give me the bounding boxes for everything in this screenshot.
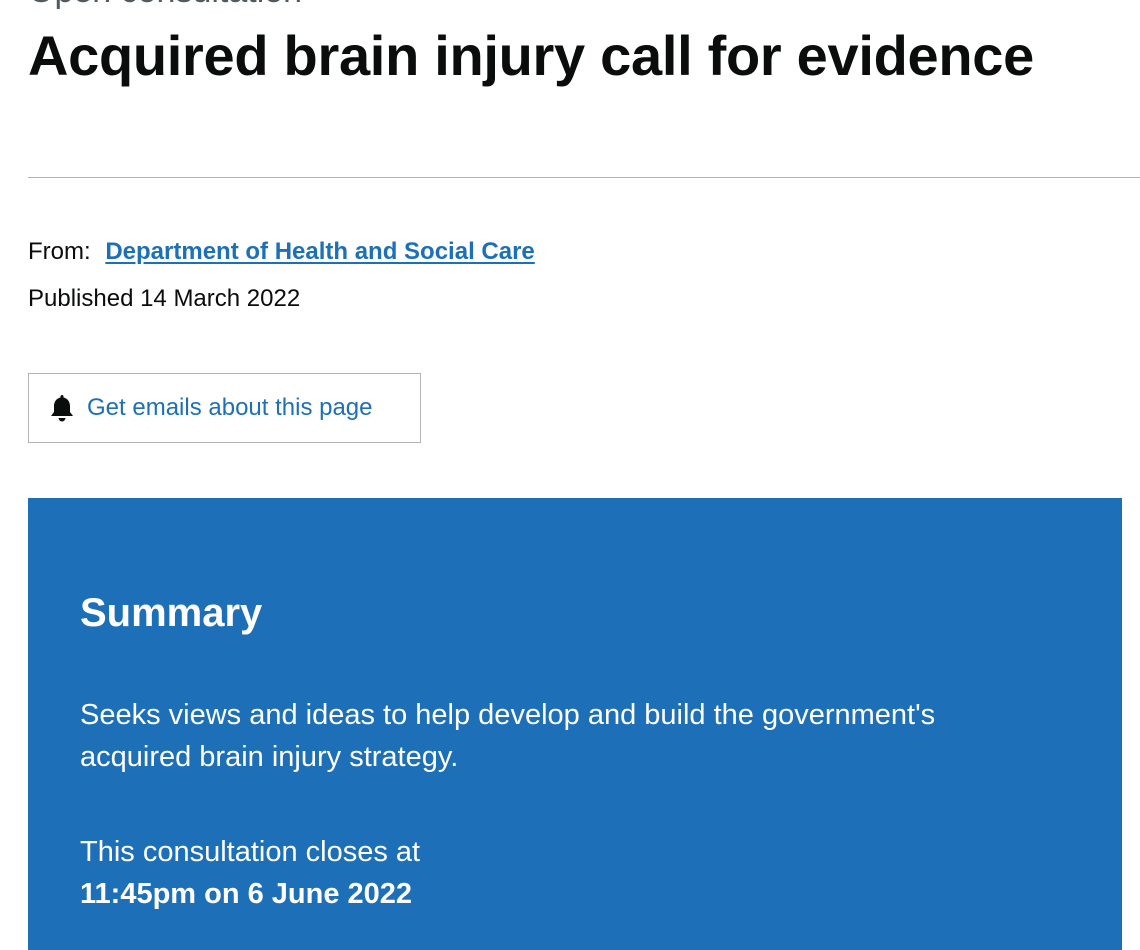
summary-panel: Summary Seeks views and ideas to help de…	[28, 498, 1122, 950]
closing-text: This consultation closes at	[80, 836, 421, 868]
get-emails-link[interactable]: Get emails about this page	[87, 393, 373, 423]
metadata-from: From: Department of Health and Social Ca…	[28, 237, 535, 267]
summary-heading: Summary	[80, 591, 263, 635]
bell-icon	[49, 393, 75, 423]
page-title: Acquired brain injury call for evidence	[28, 24, 1034, 87]
summary-description: Seeks views and ideas to help develop an…	[80, 699, 936, 773]
closing-notice: This consultation closes at 11:45pm on 6…	[80, 831, 420, 915]
from-label: From:	[28, 238, 91, 265]
consultation-page: Open consultation Acquired brain injury …	[0, 0, 1140, 950]
document-type-caption: Open consultation	[28, 0, 302, 8]
title-divider	[28, 177, 1140, 178]
closing-date: 11:45pm on 6 June 2022	[80, 878, 413, 910]
get-emails-button[interactable]: Get emails about this page	[28, 373, 421, 443]
organisation-link[interactable]: Department of Health and Social Care	[105, 238, 534, 265]
published-date: Published 14 March 2022	[28, 285, 301, 312]
